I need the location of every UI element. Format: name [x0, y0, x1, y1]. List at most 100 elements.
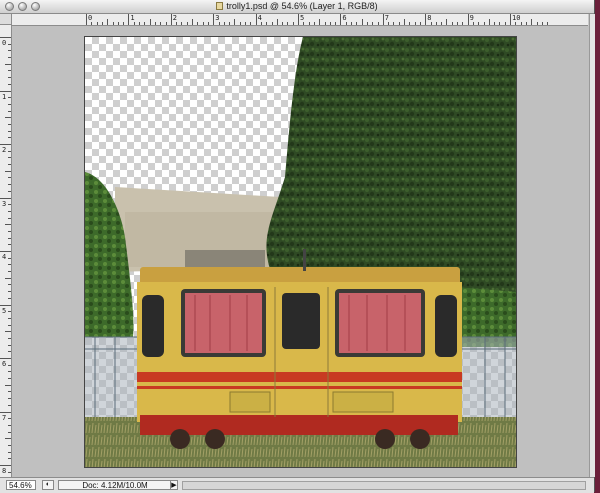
status-menu-icon[interactable]: ◐ — [42, 480, 54, 490]
ruler-minor-tick — [8, 130, 11, 132]
ruler-label: 10 — [512, 14, 521, 22]
ruler-minor-tick — [8, 103, 11, 105]
ruler-minor-tick — [8, 164, 11, 166]
document-size-readout: Doc: 4.12M/10.0M — [58, 480, 172, 490]
ruler-minor-tick — [8, 451, 11, 453]
ruler-minor-tick — [324, 22, 326, 25]
ruler-major-tick — [213, 14, 215, 25]
zoom-level-field[interactable]: 54.6% — [6, 480, 36, 490]
ruler-major-tick — [0, 411, 11, 413]
ruler-minor-tick — [409, 22, 411, 25]
ruler-minor-tick — [107, 19, 109, 25]
ruler-minor-tick — [139, 22, 140, 25]
ruler-minor-tick — [271, 22, 273, 25]
ruler-label: 2 — [2, 146, 7, 154]
ruler-major-tick — [0, 90, 11, 92]
ruler-minor-tick — [361, 19, 363, 25]
ruler-minor-tick — [218, 22, 220, 25]
ruler-minor-tick — [8, 237, 11, 239]
ruler-minor-tick — [8, 344, 11, 346]
ruler-origin[interactable] — [0, 14, 12, 25]
ruler-minor-tick — [8, 204, 11, 206]
document-canvas[interactable] — [84, 36, 517, 468]
ruler-minor-tick — [207, 22, 209, 25]
ruler-minor-tick — [276, 19, 278, 25]
ruler-minor-tick — [478, 22, 480, 25]
ruler-minor-tick — [5, 331, 11, 333]
ruler-minor-tick — [8, 431, 11, 433]
ruler-minor-tick — [404, 19, 405, 25]
ruler-label: 9 — [469, 14, 474, 22]
ruler-minor-tick — [234, 19, 236, 25]
ruler-minor-tick — [8, 50, 11, 52]
ruler-minor-tick — [8, 77, 11, 79]
ruler-minor-tick — [250, 22, 252, 25]
ruler-minor-tick — [520, 22, 522, 25]
ruler-minor-tick — [515, 22, 517, 25]
ruler-minor-tick — [8, 150, 11, 152]
ruler-minor-tick — [8, 83, 11, 85]
ruler-minor-tick — [8, 291, 11, 293]
ruler-minor-tick — [441, 22, 443, 25]
horizontal-ruler[interactable]: 0 1 2 3 4 5 6 7 8 9 10 — [12, 14, 588, 26]
status-info-arrow-icon[interactable]: ▶ — [170, 480, 178, 490]
ruler-major-tick — [128, 14, 130, 25]
ruler-major-tick — [340, 14, 342, 25]
ruler-minor-tick — [154, 22, 156, 25]
ruler-minor-tick — [117, 22, 119, 25]
ruler-label: 3 — [2, 199, 7, 208]
ruler-minor-tick — [8, 351, 11, 353]
ruler-minor-tick — [8, 177, 11, 179]
ruler-minor-tick — [499, 22, 501, 25]
ruler-label: 8 — [2, 467, 7, 475]
ruler-minor-tick — [8, 57, 11, 59]
ruler-minor-tick — [144, 22, 146, 25]
ruler-minor-tick — [345, 22, 347, 25]
ruler-minor-tick — [8, 110, 11, 112]
ruler-minor-tick — [8, 371, 11, 373]
ruler-minor-tick — [8, 190, 11, 192]
ruler-label: 2 — [172, 14, 178, 22]
horizontal-scrollbar[interactable] — [182, 481, 586, 490]
ruler-minor-tick — [488, 19, 490, 25]
ruler-minor-tick — [303, 22, 305, 25]
ruler-minor-tick — [8, 391, 11, 393]
title-bar[interactable]: trolly1.psd @ 54.6% (Layer 1, RGB/8) — [0, 0, 594, 14]
ruler-label: 1 — [2, 92, 7, 101]
vertical-scrollbar[interactable] — [589, 14, 595, 477]
ruler-minor-tick — [329, 22, 331, 25]
ruler-major-tick — [0, 37, 11, 38]
ruler-minor-tick — [435, 22, 437, 25]
ruler-minor-tick — [8, 264, 11, 266]
ruler-minor-tick — [5, 277, 11, 279]
ruler-label: 0 — [88, 14, 93, 22]
ruler-minor-tick — [245, 22, 246, 25]
ruler-minor-tick — [202, 22, 204, 25]
ruler-minor-tick — [91, 22, 93, 25]
ruler-minor-tick — [8, 424, 11, 426]
ruler-minor-tick — [8, 284, 11, 286]
ruler-minor-tick — [8, 70, 11, 72]
ruler-minor-tick — [8, 184, 11, 186]
ruler-minor-tick — [319, 19, 321, 25]
ruler-minor-tick — [96, 22, 98, 25]
ruler-major-tick — [170, 14, 172, 25]
ruler-minor-tick — [287, 22, 289, 25]
ruler-minor-tick — [8, 157, 11, 159]
ruler-minor-tick — [8, 324, 11, 326]
ruler-minor-tick — [446, 19, 448, 25]
ruler-minor-tick — [8, 257, 11, 259]
ruler-minor-tick — [8, 364, 11, 366]
ruler-minor-tick — [414, 22, 416, 25]
ruler-minor-tick — [8, 244, 11, 246]
ruler-label: 6 — [2, 360, 7, 368]
document-icon — [216, 2, 224, 10]
vertical-ruler[interactable]: 0 1 2 3 4 5 6 7 8 — [0, 25, 12, 477]
canvas-area[interactable] — [12, 26, 589, 477]
ruler-minor-tick — [457, 22, 458, 25]
ruler-minor-tick — [192, 19, 193, 25]
ruler-minor-tick — [462, 22, 464, 25]
ruler-minor-tick — [536, 22, 538, 25]
ruler-minor-tick — [8, 43, 11, 45]
ruler-minor-tick — [541, 22, 543, 25]
